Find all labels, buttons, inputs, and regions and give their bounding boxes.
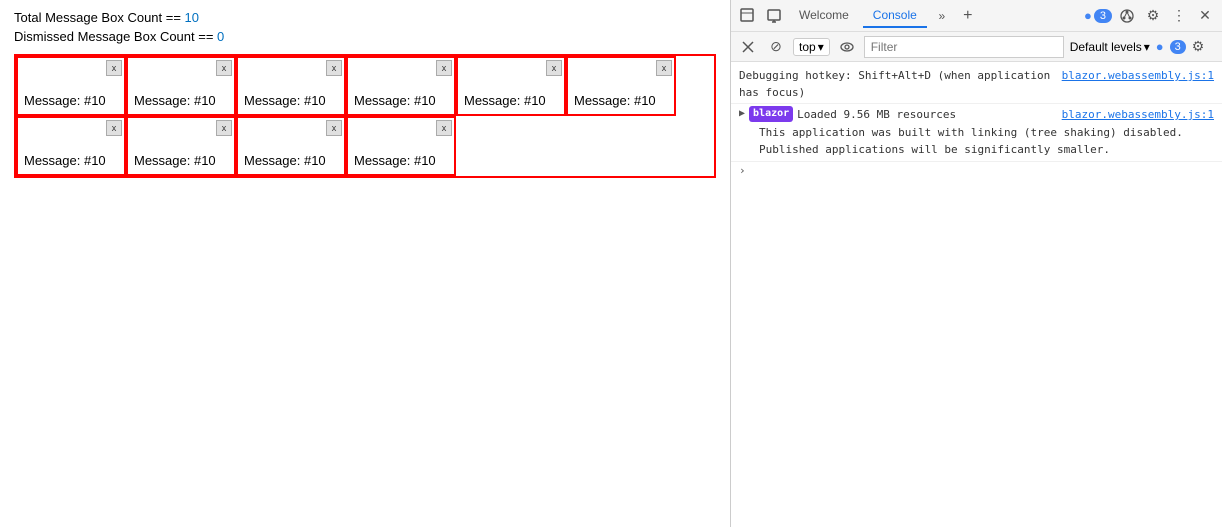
expand-caret[interactable]: › [731, 162, 1222, 179]
add-tab-icon[interactable]: + [957, 5, 979, 27]
log-text: Debugging hotkey: Shift+Alt+D (when appl… [739, 69, 1050, 99]
close-button[interactable]: x [436, 60, 452, 76]
close-devtools-icon[interactable]: ✕ [1194, 5, 1216, 27]
close-button[interactable]: x [106, 60, 122, 76]
context-selector[interactable]: top ▾ [793, 38, 830, 56]
message-dot-icon: ● [1156, 39, 1164, 54]
message-count-area: ● 3 [1156, 39, 1186, 54]
list-item: x Message: #10 [16, 116, 126, 176]
close-button[interactable]: x [216, 60, 232, 76]
log-text: Loaded 9.56 MB resources [797, 106, 956, 124]
log-subtext: This application was built with linking … [739, 124, 1214, 159]
settings-icon[interactable]: ⚙ [1142, 5, 1164, 27]
clear-console-icon[interactable] [737, 36, 759, 58]
log-source-link[interactable]: blazor.webassembly.js:1 [1062, 106, 1214, 124]
tab-welcome[interactable]: Welcome [789, 4, 859, 28]
error-dot-icon: ● [1084, 8, 1092, 23]
devtools-tabbar: Welcome Console » + ● 3 ⚙ ⋮ ✕ [731, 0, 1222, 32]
filter-input[interactable] [864, 36, 1064, 58]
list-item: x Message: #10 [346, 116, 456, 176]
error-count-badge: 3 [1094, 9, 1112, 23]
eye-icon[interactable] [836, 36, 858, 58]
stop-icon[interactable]: ⊘ [765, 36, 787, 58]
more-tabs-icon[interactable]: » [931, 5, 953, 27]
close-button[interactable]: x [656, 60, 672, 76]
expand-arrow-icon[interactable]: ▶ [739, 106, 745, 122]
more-options-icon[interactable]: ⋮ [1168, 5, 1190, 27]
log-source-link[interactable]: blazor.webassembly.js:1 [1062, 68, 1214, 85]
console-output: blazor.webassembly.js:1 Debugging hotkey… [731, 62, 1222, 527]
error-count-area: ● 3 [1084, 8, 1112, 23]
devtools-panel: Welcome Console » + ● 3 ⚙ ⋮ ✕ ⊘ top ▾ De… [730, 0, 1222, 527]
close-button[interactable]: x [326, 120, 342, 136]
console-toolbar: ⊘ top ▾ Default levels ▾ ● 3 ⚙ [731, 32, 1222, 62]
close-button[interactable]: x [326, 60, 342, 76]
message-row-1: x Message: #10 x Message: #10 x Message:… [16, 56, 714, 116]
list-item: x Message: #10 [126, 56, 236, 116]
close-button[interactable]: x [216, 120, 232, 136]
list-item: x Message: #10 [236, 116, 346, 176]
close-button[interactable]: x [436, 120, 452, 136]
left-panel: Total Message Box Count == 10 Dismissed … [0, 0, 730, 527]
inspect-element-icon[interactable] [737, 5, 759, 27]
list-item: x Message: #10 [456, 56, 566, 116]
message-grid: x Message: #10 x Message: #10 x Message:… [14, 54, 716, 178]
network-icon[interactable] [1116, 5, 1138, 27]
list-item: x Message: #10 [236, 56, 346, 116]
log-entry-group: ▶ blazor Loaded 9.56 MB resources blazor… [731, 104, 1222, 162]
list-item: x Message: #10 [346, 56, 456, 116]
log-entry: blazor.webassembly.js:1 Debugging hotkey… [731, 66, 1222, 104]
list-item: x Message: #10 [16, 56, 126, 116]
message-row-2: x Message: #10 x Message: #10 x Message:… [16, 116, 714, 176]
list-item: x Message: #10 [566, 56, 676, 116]
tab-console[interactable]: Console [863, 4, 927, 28]
message-count-badge: 3 [1170, 40, 1186, 54]
level-dropdown[interactable]: Default levels ▾ [1070, 40, 1150, 54]
close-button[interactable]: x [546, 60, 562, 76]
list-item: x Message: #10 [126, 116, 236, 176]
close-button[interactable]: x [106, 120, 122, 136]
dismissed-message-count: Dismissed Message Box Count == 0 [14, 29, 716, 44]
total-message-count: Total Message Box Count == 10 [14, 10, 716, 25]
console-settings-icon[interactable]: ⚙ [1192, 38, 1205, 55]
blazor-badge: blazor [749, 106, 793, 122]
device-toggle-icon[interactable] [763, 5, 785, 27]
